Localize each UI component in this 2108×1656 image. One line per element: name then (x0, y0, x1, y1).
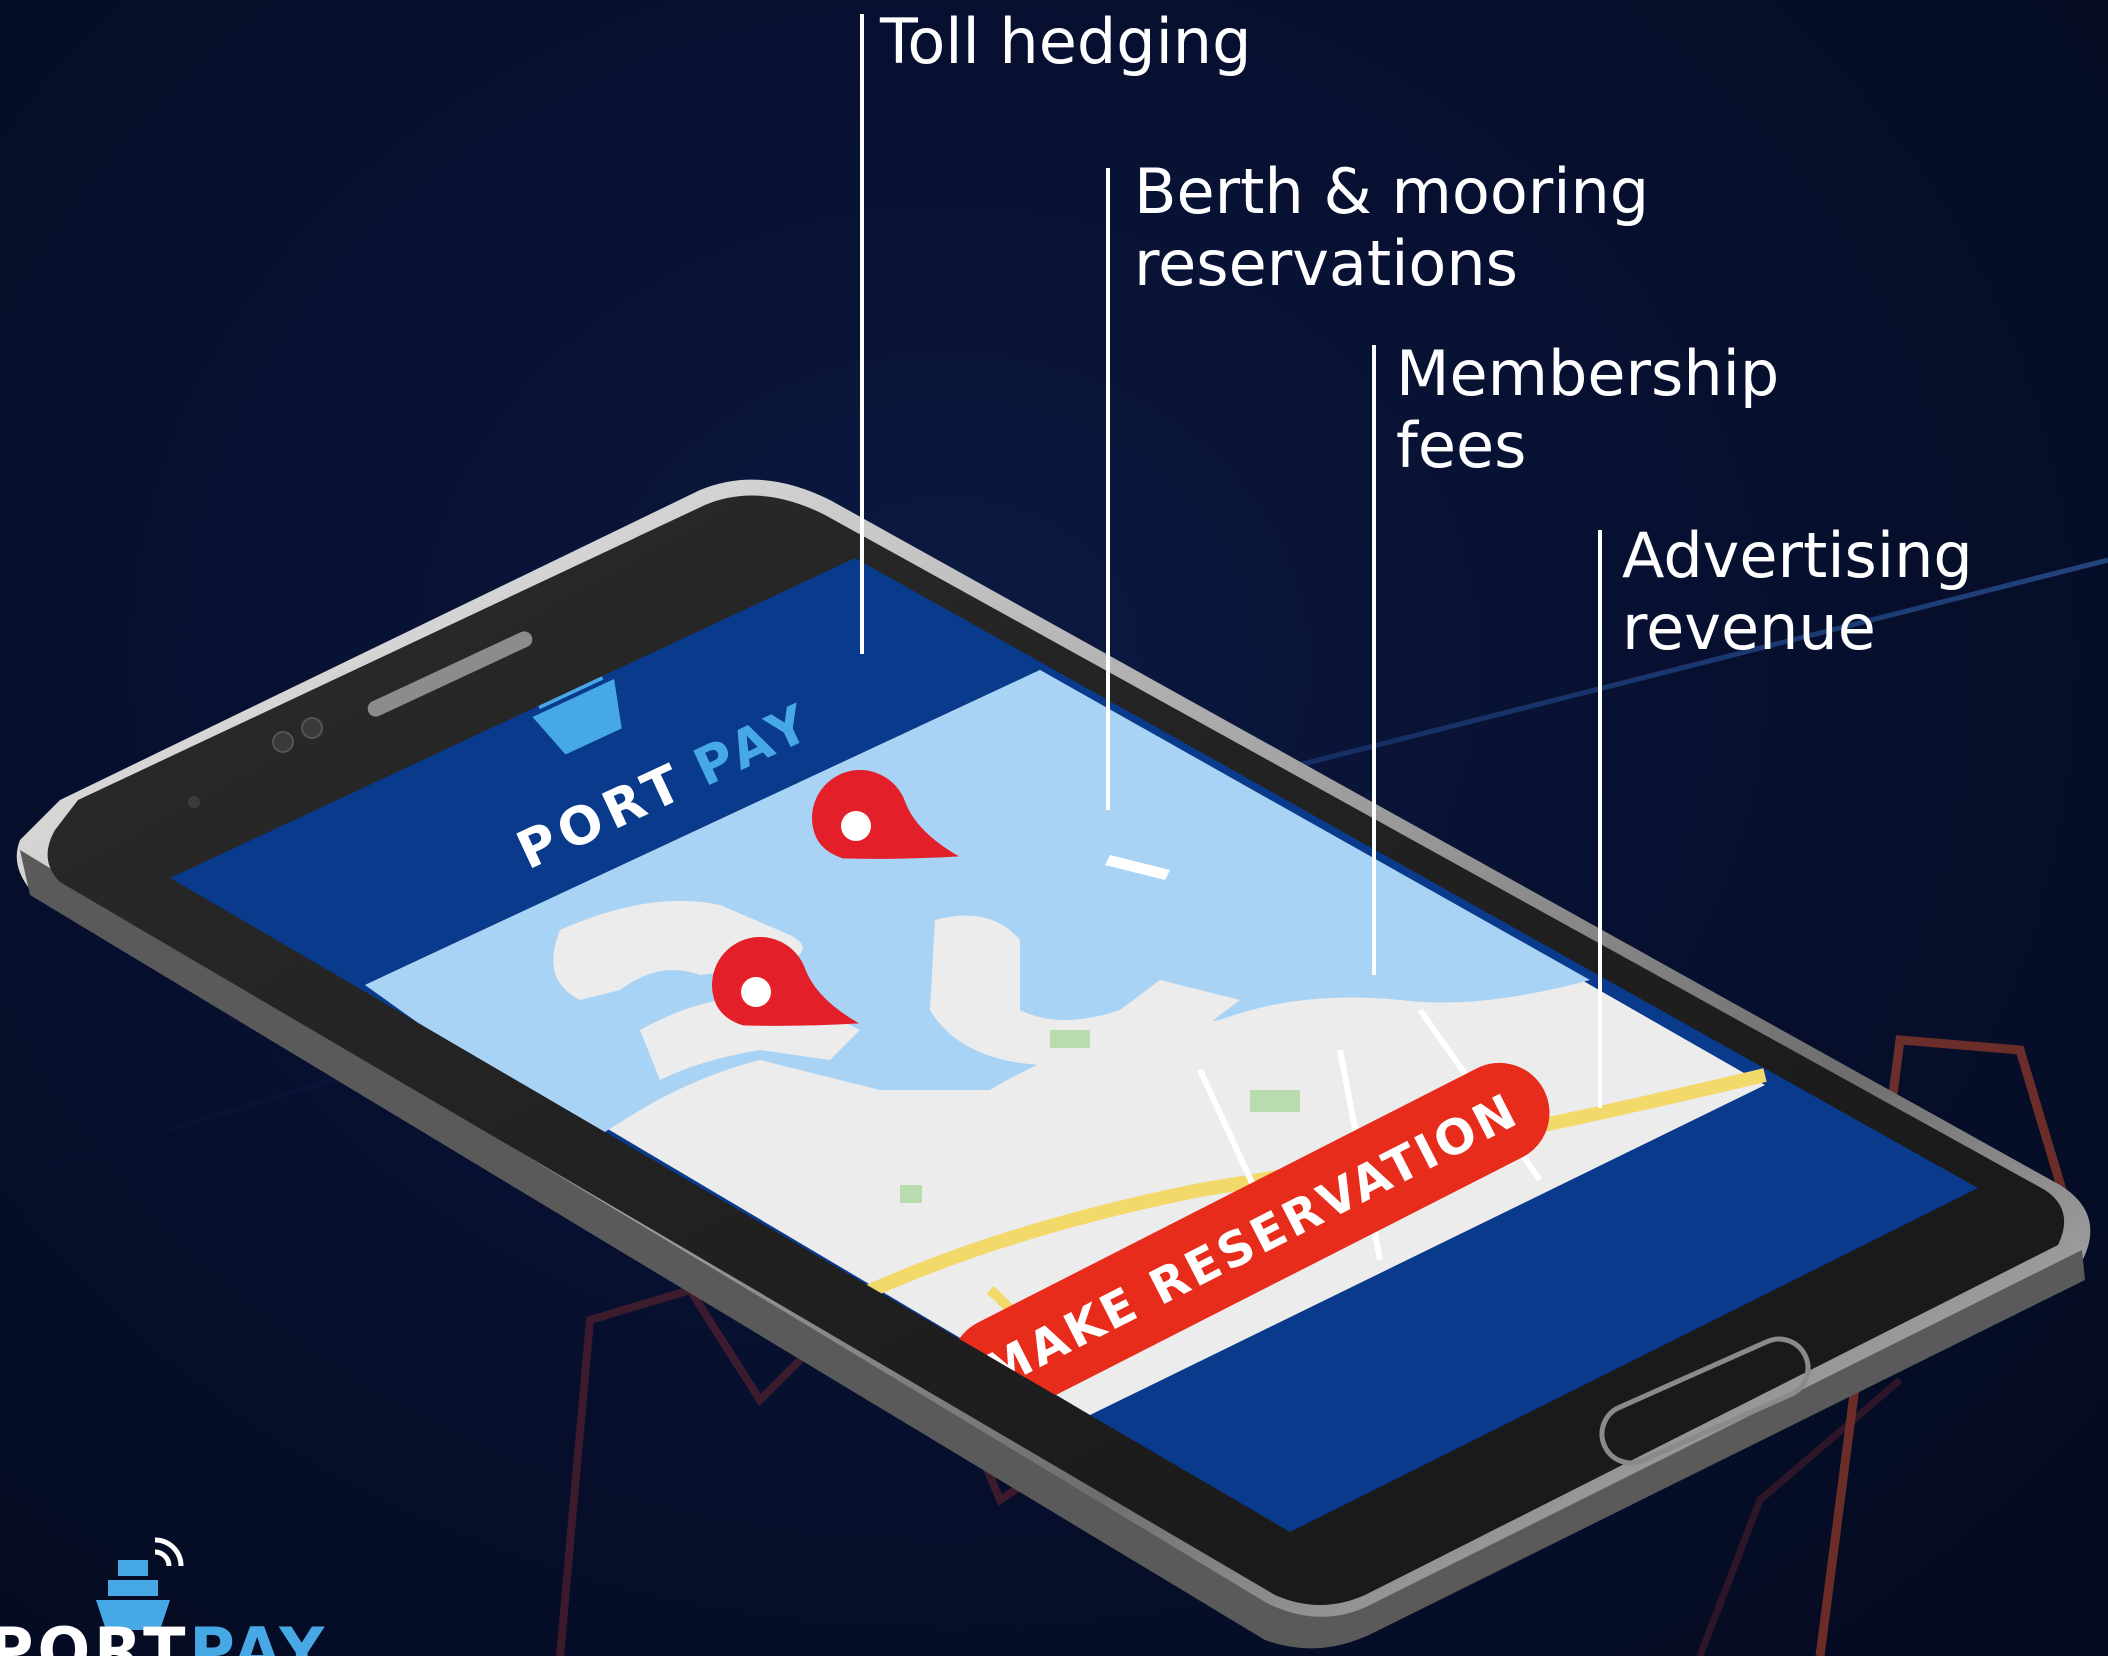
callout-line-text: Membership (1396, 337, 1780, 410)
front-camera (272, 731, 294, 753)
callout-berth-reservations: Berth & mooring reservations (1134, 156, 1649, 300)
callout-advertising-revenue: Advertising revenue (1622, 520, 1973, 664)
callout-line-text: Toll hedging (880, 5, 1252, 78)
callout-line-text: reservations (1134, 227, 1518, 300)
corner-brand: PORTPAY (0, 1620, 328, 1656)
map-park (1250, 1090, 1300, 1112)
callout-line-advertising (1598, 530, 1602, 1108)
callout-line-text: Advertising (1622, 519, 1973, 592)
callout-line-toll (860, 14, 864, 654)
map-park (1050, 1030, 1090, 1048)
callout-membership-fees: Membership fees (1396, 338, 1779, 482)
map-park (900, 1185, 922, 1203)
callout-line-text: Berth & mooring (1134, 155, 1650, 228)
callout-line-text: fees (1396, 409, 1527, 482)
sensor-dot (188, 796, 200, 808)
corner-brand-part1: PORT (0, 1614, 190, 1656)
wifi-signal-icon (154, 1537, 184, 1567)
corner-brand-part2: PAY (189, 1614, 329, 1656)
front-camera (301, 717, 323, 739)
callout-line-membership (1372, 345, 1376, 975)
phone-mockup: PORT PAY MAKE RESERVATION (16, 479, 2091, 1649)
promo-canvas: PORT PAY MAKE RESERVATION Toll hedging B… (0, 0, 2108, 1656)
callout-toll-hedging: Toll hedging (880, 6, 1251, 78)
callout-line-text: revenue (1622, 591, 1876, 664)
callout-line-berth (1106, 168, 1110, 810)
